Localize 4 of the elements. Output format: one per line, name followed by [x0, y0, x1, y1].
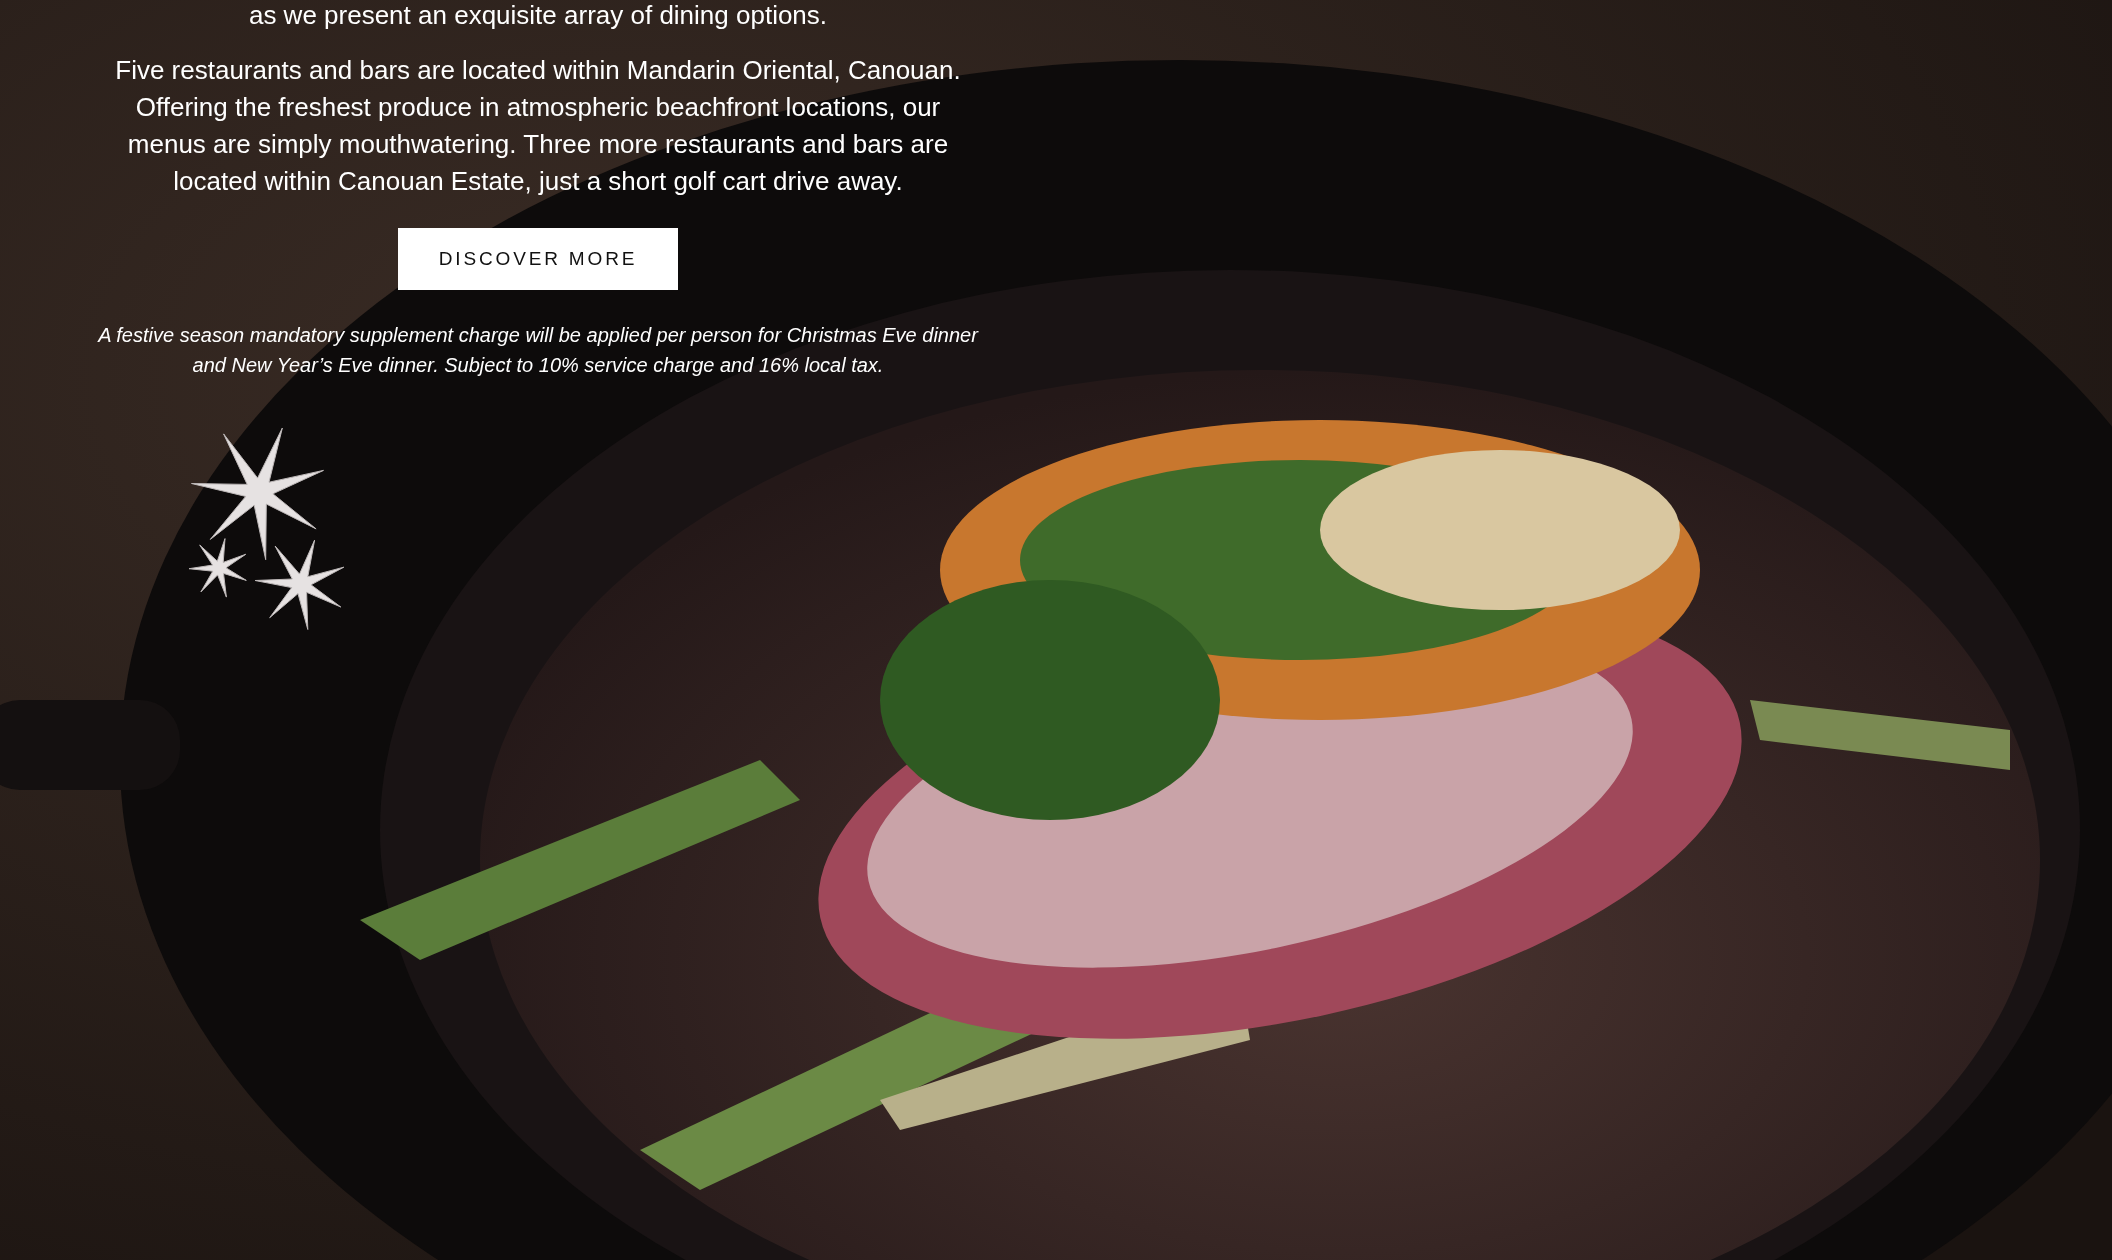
- intro-text: as we present an exquisite array of dining options.: [248, 0, 828, 30]
- description-paragraph: Five restaurants and bars are located within Mandarin Oriental, Canouan. Offering the freshest produce in atmospheric beachfront locations, our menus are simply mouthwatering. Three more restaurants and bars are located within Canouan Estate, just a short golf cart drive away.: [114, 54, 962, 198]
- discover-more-button[interactable]: DISCOVER MORE: [398, 228, 678, 290]
- supplement-note: A festive season mandatory supplement charge will be applied per person for Christmas Eve dinner and New Year’s Eve dinner. Subject to 10% service charge and 16% local tax.: [96, 323, 980, 378]
